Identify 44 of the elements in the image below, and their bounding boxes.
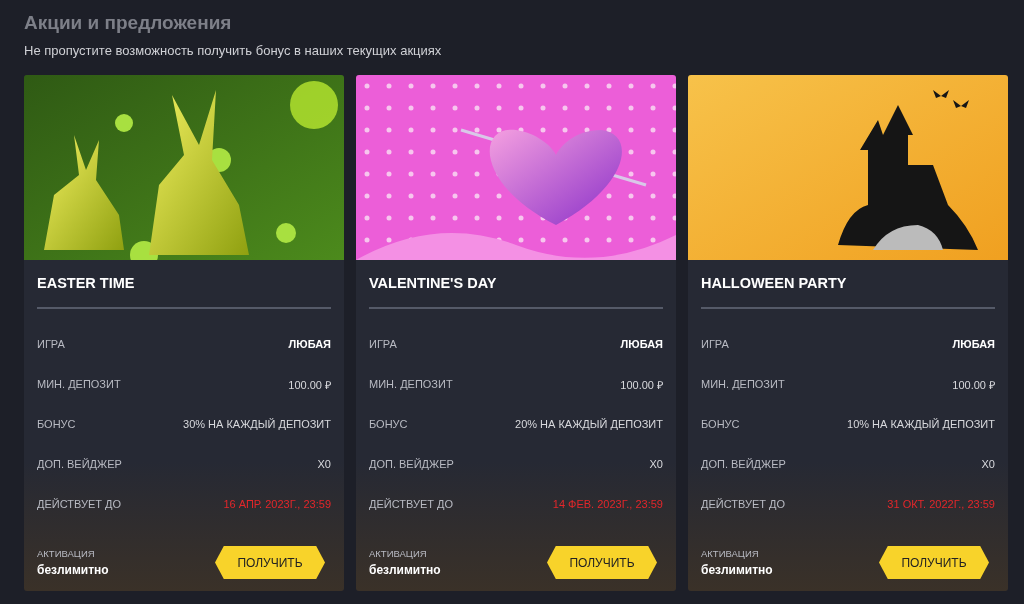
activation-value: безлимитно bbox=[37, 563, 109, 577]
row-value: 100.00 ₽ bbox=[952, 377, 995, 392]
row-label: БОНУС bbox=[701, 418, 740, 430]
activation-label: АКТИВАЦИЯ bbox=[701, 548, 760, 559]
promo-title: VALENTINE'S DAY bbox=[369, 274, 498, 292]
activation-label: АКТИВАЦИЯ bbox=[37, 548, 96, 559]
page-subtitle: Не пропустите возможность получить бонус в наших текущих акциях bbox=[24, 43, 443, 58]
row-value: 30% НА КАЖДЫЙ ДЕПОЗИТ bbox=[183, 418, 331, 430]
row-value: 16 АПР. 2023Г., 23:59 bbox=[223, 498, 331, 510]
activation-value: безлимитно bbox=[701, 563, 773, 577]
row-label: ДОП. ВЕЙДЖЕР bbox=[37, 458, 122, 470]
row-label: МИН. ДЕПОЗИТ bbox=[369, 378, 453, 390]
activation-value: безлимитно bbox=[369, 563, 441, 577]
row-label: ДЕЙСТВУЕТ ДО bbox=[701, 498, 786, 510]
row-value: 31 ОКТ. 2022Г., 23:59 bbox=[887, 498, 995, 510]
row-label: ИГРА bbox=[369, 338, 397, 350]
row-value: X0 bbox=[317, 458, 331, 470]
row-value: 14 ФЕВ. 2023Г., 23:59 bbox=[552, 498, 663, 510]
row-value: X0 bbox=[649, 458, 663, 470]
row-value: 100.00 ₽ bbox=[288, 377, 331, 392]
get-button[interactable]: ПОЛУЧИТЬ bbox=[215, 546, 325, 579]
row-label: МИН. ДЕПОЗИТ bbox=[37, 378, 121, 390]
row-label: ДЕЙСТВУЕТ ДО bbox=[369, 498, 454, 510]
row-value: 10% НА КАЖДЫЙ ДЕПОЗИТ bbox=[847, 418, 995, 430]
row-label: ДЕЙСТВУЕТ ДО bbox=[37, 498, 122, 510]
row-label: БОНУС bbox=[37, 418, 76, 430]
promo-title: HALLOWEEN PARTY bbox=[701, 274, 848, 292]
row-label: МИН. ДЕПОЗИТ bbox=[701, 378, 785, 390]
row-label: ИГРА bbox=[701, 338, 729, 350]
row-label: БОНУС bbox=[369, 418, 408, 430]
row-value: ЛЮБАЯ bbox=[952, 338, 995, 350]
activation-label: АКТИВАЦИЯ bbox=[369, 548, 428, 559]
row-value: ЛЮБАЯ bbox=[620, 338, 663, 350]
row-label: ДОП. ВЕЙДЖЕР bbox=[701, 458, 786, 470]
promo-title: EASTER TIME bbox=[37, 274, 136, 292]
get-button[interactable]: ПОЛУЧИТЬ bbox=[547, 546, 657, 579]
row-value: X0 bbox=[981, 458, 995, 470]
row-label: ДОП. ВЕЙДЖЕР bbox=[369, 458, 454, 470]
row-label: ИГРА bbox=[37, 338, 65, 350]
row-value: 20% НА КАЖДЫЙ ДЕПОЗИТ bbox=[515, 418, 663, 430]
page-title: Акции и предложения bbox=[24, 12, 233, 34]
row-value: ЛЮБАЯ bbox=[288, 338, 331, 350]
row-value: 100.00 ₽ bbox=[620, 377, 663, 392]
get-button[interactable]: ПОЛУЧИТЬ bbox=[879, 546, 989, 579]
